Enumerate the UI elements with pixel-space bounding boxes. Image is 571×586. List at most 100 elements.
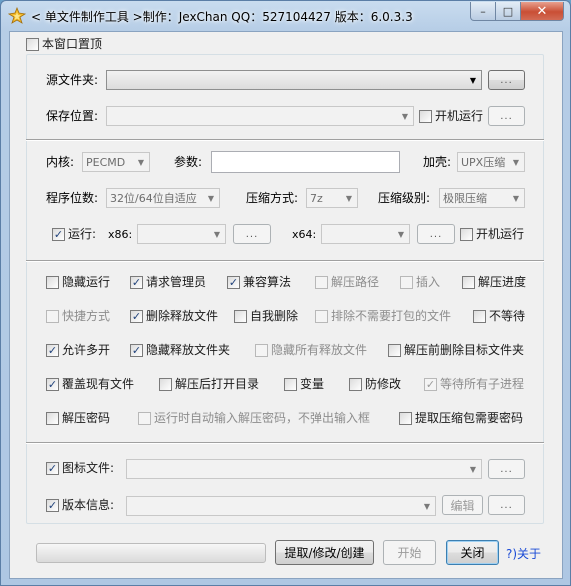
delete-target-before-box[interactable] <box>388 343 401 357</box>
hide-all-released-box[interactable] <box>255 343 268 357</box>
chevron-down-icon: ▼ <box>137 157 145 167</box>
hide-all-released-label: 隐藏所有释放文件 <box>271 343 368 357</box>
version-info-box[interactable]: ✓ <box>46 498 59 512</box>
unzip-password-box[interactable] <box>46 411 59 425</box>
chevron-down-icon: ▼ <box>423 501 431 511</box>
source-folder-combo[interactable]: ▼ <box>106 70 482 90</box>
title-bar[interactable]: < 单文件制作工具 >制作：JexChan QQ：527104427 版本：6.… <box>1 1 570 31</box>
shell-combo[interactable]: UPX压缩 ▼ <box>457 152 525 172</box>
start-button[interactable]: 开始 <box>383 540 436 565</box>
compress-method-combo[interactable]: 7z ▼ <box>306 188 358 208</box>
close-button[interactable]: 关闭 <box>446 540 499 565</box>
x64-combo[interactable]: ▼ <box>321 224 410 244</box>
unzip-progress-checkbox[interactable]: 解压进度 <box>462 274 526 290</box>
hide-released-folder-label: 隐藏释放文件夹 <box>146 343 231 357</box>
overwrite-box[interactable]: ✓ <box>46 377 59 391</box>
version-info-combo[interactable]: ▼ <box>126 496 436 516</box>
bits-label: 程序位数: <box>46 191 99 205</box>
unzip-password-checkbox[interactable]: 解压密码 <box>46 410 110 426</box>
x86-browse-button[interactable]: ... <box>233 224 271 244</box>
hide-run-checkbox[interactable]: 隐藏运行 <box>46 274 110 290</box>
anti-modify-checkbox[interactable]: 防修改 <box>349 376 401 392</box>
extract-need-password-box[interactable] <box>399 411 412 425</box>
insert-label: 插入 <box>416 275 441 289</box>
compat-algorithm-box[interactable]: ✓ <box>227 275 240 289</box>
no-wait-box[interactable] <box>473 309 486 323</box>
shortcut-box[interactable] <box>46 309 59 323</box>
run-checkbox[interactable]: ✓ 运行: <box>52 226 96 242</box>
unzip-password-label: 解压密码 <box>62 411 111 425</box>
overwrite-checkbox[interactable]: ✓ 覆盖现有文件 <box>46 376 134 392</box>
save-boot-run-box[interactable] <box>419 109 432 123</box>
self-delete-checkbox[interactable]: 自我删除 <box>234 308 298 324</box>
delete-target-before-label: 解压前删除目标文件夹 <box>404 343 525 357</box>
exclude-files-box[interactable] <box>315 309 328 323</box>
kernel-label: 内核: <box>46 155 75 169</box>
open-dir-after-box[interactable] <box>159 377 172 391</box>
icon-file-checkbox[interactable]: ✓ 图标文件: <box>46 460 114 476</box>
compat-algorithm-checkbox[interactable]: ✓ 兼容算法 <box>227 274 291 290</box>
exclude-files-checkbox[interactable]: 排除不需要打包的文件 <box>315 308 451 324</box>
auto-input-password-box[interactable] <box>138 411 151 425</box>
icon-browse-button[interactable]: ... <box>488 459 525 479</box>
icon-file-box[interactable]: ✓ <box>46 461 59 475</box>
version-browse-button[interactable]: ... <box>488 495 525 515</box>
request-admin-checkbox[interactable]: ✓ 请求管理员 <box>130 274 206 290</box>
save-location-combo[interactable]: ▼ <box>106 106 414 126</box>
unzip-path-checkbox[interactable]: 解压路径 <box>315 274 379 290</box>
save-boot-run-checkbox[interactable]: 开机运行 <box>419 108 483 124</box>
request-admin-box[interactable]: ✓ <box>130 275 143 289</box>
unzip-path-label: 解压路径 <box>331 275 380 289</box>
shell-value: UPX压缩 <box>461 156 506 169</box>
delete-released-box[interactable]: ✓ <box>130 309 143 323</box>
delete-target-before-checkbox[interactable]: 解压前删除目标文件夹 <box>388 342 524 358</box>
close-window-button[interactable]: ✕ <box>521 2 564 21</box>
hide-all-released-checkbox[interactable]: 隐藏所有释放文件 <box>255 342 367 358</box>
topmost-checkbox[interactable]: 本窗口置顶 <box>26 36 102 52</box>
x86-combo[interactable]: ▼ <box>137 224 226 244</box>
extract-modify-create-button[interactable]: 提取/修改/创建 <box>275 540 374 565</box>
wait-children-checkbox[interactable]: ✓ 等待所有子进程 <box>424 376 524 392</box>
source-browse-button[interactable]: ... <box>488 70 525 90</box>
icon-file-combo[interactable]: ▼ <box>126 459 482 479</box>
allow-multi-checkbox[interactable]: ✓ 允许多开 <box>46 342 110 358</box>
hide-run-box[interactable] <box>46 275 59 289</box>
kernel-combo[interactable]: PECMD ▼ <box>82 152 150 172</box>
unzip-path-box[interactable] <box>315 275 328 289</box>
params-input[interactable] <box>211 151 400 173</box>
auto-input-password-checkbox[interactable]: 运行时自动输入解压密码，不弹出输入框 <box>138 410 370 426</box>
topmost-box[interactable] <box>26 37 39 51</box>
extract-need-password-checkbox[interactable]: 提取压缩包需要密码 <box>399 410 523 426</box>
hide-released-folder-box[interactable]: ✓ <box>130 343 143 357</box>
maximize-button[interactable]: □ <box>496 2 521 21</box>
hide-released-folder-checkbox[interactable]: ✓ 隐藏释放文件夹 <box>130 342 230 358</box>
open-dir-after-checkbox[interactable]: 解压后打开目录 <box>159 376 259 392</box>
save-location-label: 保存位置: <box>46 109 99 123</box>
bits-combo[interactable]: 32位/64位自适应 ▼ <box>106 188 220 208</box>
compress-level-label: 压缩级别: <box>378 191 431 205</box>
variables-box[interactable] <box>284 377 297 391</box>
version-edit-button[interactable]: 编辑 <box>442 495 483 515</box>
save-browse-button[interactable]: ... <box>488 106 525 126</box>
insert-box[interactable] <box>400 275 413 289</box>
self-delete-box[interactable] <box>234 309 247 323</box>
icon-file-label: 图标文件: <box>62 461 115 475</box>
run-box[interactable]: ✓ <box>52 227 65 241</box>
about-link[interactable]: ?)关于 <box>506 545 541 562</box>
anti-modify-box[interactable] <box>349 377 362 391</box>
no-wait-checkbox[interactable]: 不等待 <box>473 308 525 324</box>
minimize-button[interactable]: – <box>470 2 496 21</box>
variables-checkbox[interactable]: 变量 <box>284 376 324 392</box>
wait-children-box[interactable]: ✓ <box>424 377 437 391</box>
delete-released-checkbox[interactable]: ✓ 删除释放文件 <box>130 308 218 324</box>
allow-multi-box[interactable]: ✓ <box>46 343 59 357</box>
x64-browse-button[interactable]: ... <box>417 224 455 244</box>
version-info-checkbox[interactable]: ✓ 版本信息: <box>46 497 114 513</box>
shortcut-checkbox[interactable]: 快捷方式 <box>46 308 110 324</box>
unzip-progress-box[interactable] <box>462 275 475 289</box>
compress-level-combo[interactable]: 极限压缩 ▼ <box>439 188 525 208</box>
chevron-down-icon: ▼ <box>213 229 221 239</box>
insert-checkbox[interactable]: 插入 <box>400 274 440 290</box>
run-boot-run-checkbox[interactable]: 开机运行 <box>460 226 524 242</box>
run-boot-run-box[interactable] <box>460 227 473 241</box>
